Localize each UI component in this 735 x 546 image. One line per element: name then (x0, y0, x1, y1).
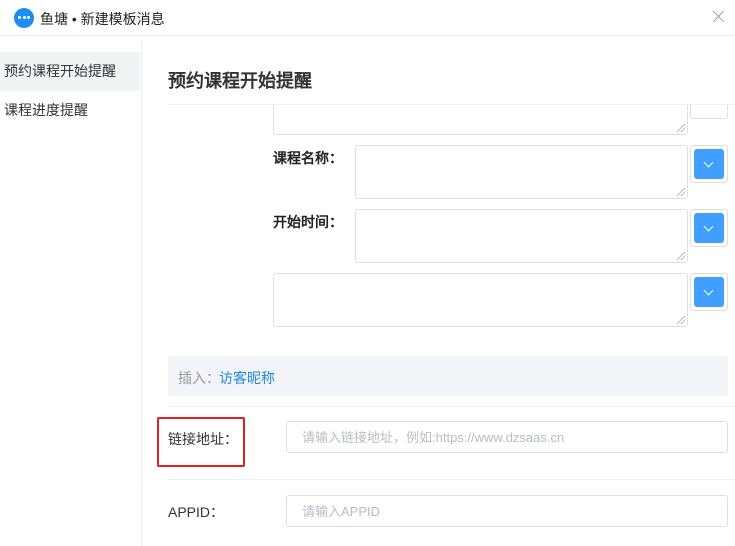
template-sidebar: 预约课程开始提醒 课程进度提醒 (0, 52, 140, 130)
close-icon[interactable] (708, 6, 730, 28)
section-divider (168, 406, 735, 407)
resize-grip-icon[interactable] (677, 188, 685, 196)
link-address-input[interactable] (286, 421, 728, 453)
section-divider (168, 479, 735, 480)
course-name-label: 课程名称： (273, 150, 343, 166)
remark-dropdown[interactable] (690, 273, 728, 311)
remark-textarea[interactable] (273, 273, 688, 327)
insert-visitor-nickname-link[interactable]: 访客昵称 (219, 368, 275, 388)
resize-grip-icon[interactable] (677, 252, 685, 260)
resize-grip-icon[interactable] (677, 124, 685, 132)
template-content-textarea[interactable] (273, 105, 688, 135)
chevron-down-icon[interactable] (694, 213, 724, 243)
resize-grip-icon[interactable] (677, 316, 685, 324)
window-title: 鱼塘 • 新建模板消息 (40, 11, 165, 27)
start-time-dropdown[interactable] (690, 209, 728, 247)
insert-prefix-label: 插入： (178, 370, 220, 386)
sidebar-item-course-progress-reminder[interactable]: 课程进度提醒 (0, 91, 140, 130)
appid-label: APPID： (168, 504, 225, 520)
page-title: 预约课程开始提醒 (168, 71, 312, 91)
sidebar-divider (141, 36, 142, 546)
course-name-textarea[interactable] (355, 145, 688, 199)
highlight-box (157, 417, 245, 467)
chevron-down-icon[interactable] (694, 149, 724, 179)
chevron-down-icon[interactable] (694, 277, 724, 307)
template-fields-scroll-area[interactable]: 课程名称： 开始时间： (168, 105, 735, 356)
title-bar: 鱼塘 • 新建模板消息 (0, 0, 735, 36)
appid-input[interactable] (286, 495, 728, 527)
sidebar-item-course-start-reminder[interactable]: 预约课程开始提醒 (0, 52, 140, 91)
start-time-label: 开始时间： (273, 214, 343, 230)
course-name-dropdown[interactable] (690, 145, 728, 183)
variable-dropdown-partial[interactable] (690, 105, 728, 119)
insert-variable-bar: 插入： 访客昵称 (168, 356, 728, 396)
start-time-textarea[interactable] (355, 209, 688, 263)
fish-pond-logo-icon (14, 8, 34, 28)
